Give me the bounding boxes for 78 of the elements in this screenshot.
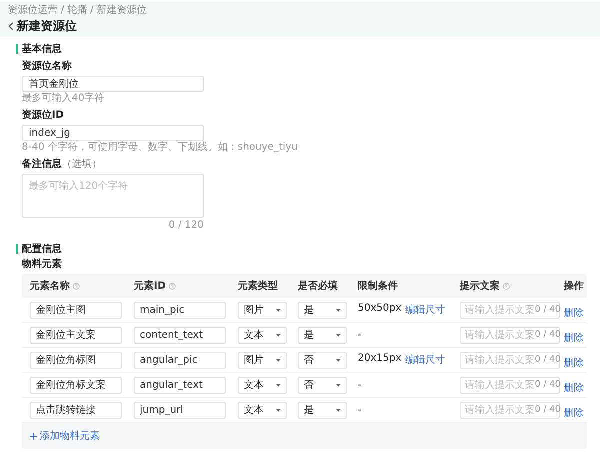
column-header: 元素类型 (238, 280, 278, 293)
field-label: 备注信息 (22, 159, 62, 171)
plus-icon (30, 432, 37, 440)
caret-icon (336, 334, 341, 336)
help-text: 8-40 个字符，可使用字母、数字、下划线。如：shouye_tiyu (22, 142, 299, 154)
caret-icon (276, 308, 281, 312)
column-header: 是否必填 (298, 280, 338, 293)
add-element-link[interactable]: 添加物料元素 (30, 429, 100, 443)
element-id-input[interactable]: angular_text (134, 376, 226, 394)
limit-text: - (358, 380, 362, 390)
help-icon[interactable] (73, 282, 80, 290)
type-select[interactable]: 文本 (238, 376, 287, 394)
help-icon[interactable] (169, 282, 176, 290)
character-counter: 0 / 40 (535, 405, 561, 415)
character-counter: 0 / 40 (535, 305, 561, 315)
limit-text: 50x50px (358, 303, 402, 316)
required-select[interactable]: 是 (298, 402, 347, 418)
delete-link[interactable]: 删除 (564, 408, 584, 418)
edit-size-link[interactable]: 编辑尺寸 (406, 353, 446, 367)
subsection-label: 物料元素 (20, 259, 63, 271)
text-input[interactable]: 首页金刚位 (22, 76, 204, 92)
column-header: 提示文案 (460, 279, 500, 293)
page-title: 新建资源位 (17, 18, 77, 34)
character-counter: 0 / 40 (535, 330, 561, 340)
element-id-input[interactable]: angular_pic (134, 352, 226, 368)
character-counter: 0 / 40 (535, 380, 561, 390)
required-select[interactable]: 是 (298, 302, 347, 318)
field-label: 资源位名称 (22, 61, 72, 73)
element-id-input[interactable]: jump_url (134, 402, 226, 418)
type-select[interactable]: 文本 (238, 326, 287, 344)
element-name-input[interactable]: 金刚位主图 (30, 302, 122, 318)
breadcrumb-separator: / (61, 5, 64, 17)
section-title: 配置信息 (22, 242, 62, 256)
section-title: 基本信息 (22, 42, 62, 56)
breadcrumb-separator: / (90, 5, 94, 17)
remarks-textarea[interactable]: 最多可输入120个字符 (22, 174, 204, 218)
required-select[interactable]: 否 (298, 352, 347, 368)
type-select[interactable]: 图片 (238, 302, 287, 318)
optional-note: （选填） (62, 159, 102, 171)
type-select[interactable]: 图片 (238, 352, 287, 368)
limit-text: - (358, 330, 362, 340)
section-marker (16, 44, 18, 54)
section-marker (16, 244, 18, 254)
delete-link[interactable]: 删除 (564, 382, 584, 394)
element-name-input[interactable]: 金刚位角标文案 (30, 376, 122, 394)
help-icon[interactable] (503, 282, 510, 290)
delete-link[interactable]: 删除 (564, 332, 584, 344)
caret-icon (276, 358, 281, 362)
character-counter: 0 / 40 (535, 355, 561, 365)
caret-icon (336, 384, 341, 386)
caret-icon (336, 408, 341, 412)
caret-icon (276, 408, 281, 412)
field-label: 资源位ID (22, 110, 64, 122)
edit-size-link[interactable]: 编辑尺寸 (406, 303, 446, 317)
delete-link[interactable]: 删除 (564, 358, 584, 368)
caret-icon (336, 308, 341, 312)
caret-icon (276, 384, 281, 386)
type-select[interactable]: 文本 (238, 402, 287, 418)
required-select[interactable]: 是 (298, 326, 347, 344)
element-name-input[interactable]: 金刚位角标图 (30, 352, 122, 368)
element-id-input[interactable]: content_text (134, 326, 226, 344)
column-header: 操作 (564, 280, 584, 293)
element-id-input[interactable]: main_pic (134, 302, 226, 318)
character-counter: 0 / 120 (168, 220, 204, 231)
delete-link[interactable]: 删除 (564, 308, 584, 318)
column-header: 元素名称 (30, 280, 70, 293)
caret-icon (276, 334, 281, 336)
required-select[interactable]: 否 (298, 376, 347, 394)
text-input[interactable]: index_jg (22, 125, 204, 141)
back-chevron-icon[interactable] (8, 22, 14, 30)
element-name-input[interactable]: 点击跳转链接 (30, 402, 122, 418)
help-text: 最多可输入40字符 (22, 93, 106, 105)
element-name-input[interactable]: 金刚位主文案 (30, 326, 122, 344)
caret-icon (336, 358, 341, 362)
limit-text: 20x15px (358, 353, 402, 366)
limit-text: - (358, 404, 362, 416)
column-header: 元素ID (134, 280, 166, 293)
column-header: 限制条件 (358, 280, 398, 293)
